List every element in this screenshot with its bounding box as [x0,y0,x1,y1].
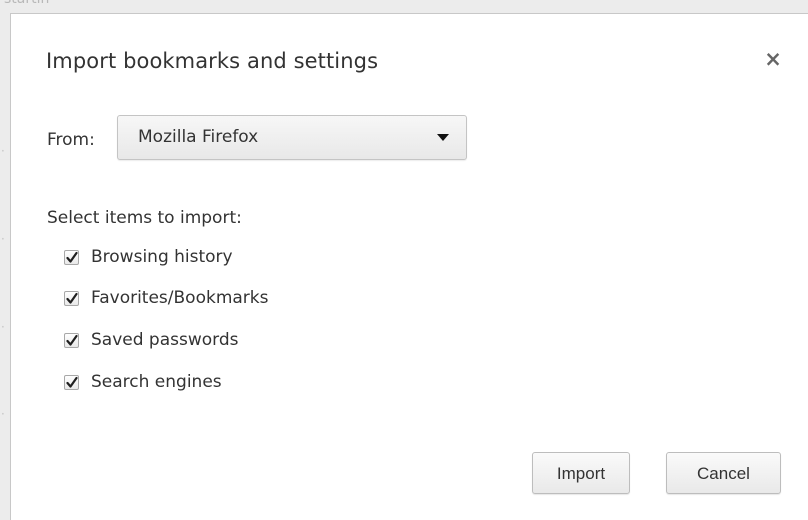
items-heading: Select items to import: [47,208,242,228]
background-mark: · [1,407,5,421]
import-dialog: Import bookmarks and settings × From: Mo… [10,13,808,520]
checkbox-icon[interactable] [64,249,79,265]
checkbox-favorites-bookmarks[interactable]: Favorites/Bookmarks [64,286,269,310]
dialog-title: Import bookmarks and settings [46,49,379,73]
selected-browser: Mozilla Firefox [138,127,259,147]
background-mark: · [1,144,5,158]
checkbox-icon[interactable] [64,332,79,348]
dropdown-arrow-icon [437,134,449,141]
checkmark-icon [66,292,78,304]
import-button[interactable]: Import [532,452,630,494]
checkbox-label: Search engines [91,372,222,392]
background-mark: · [1,232,5,246]
checkbox-label: Favorites/Bookmarks [91,288,269,308]
cancel-button[interactable]: Cancel [666,452,781,494]
checkbox-icon[interactable] [64,374,79,390]
checkbox-icon[interactable] [64,290,79,306]
background-text: startin [4,0,49,7]
checkbox-label: Saved passwords [91,330,239,350]
close-icon[interactable]: × [763,47,783,71]
checkmark-icon [66,251,78,263]
from-label: From: [47,130,95,150]
checkmark-icon [66,334,78,346]
background-mark: · [1,320,5,334]
checkmark-icon [66,376,78,388]
checkbox-search-engines[interactable]: Search engines [64,370,222,394]
checkbox-browsing-history[interactable]: Browsing history [64,245,233,269]
checkbox-label: Browsing history [91,247,233,267]
browser-source-select[interactable]: Mozilla Firefox [117,115,467,160]
checkbox-saved-passwords[interactable]: Saved passwords [64,328,239,352]
